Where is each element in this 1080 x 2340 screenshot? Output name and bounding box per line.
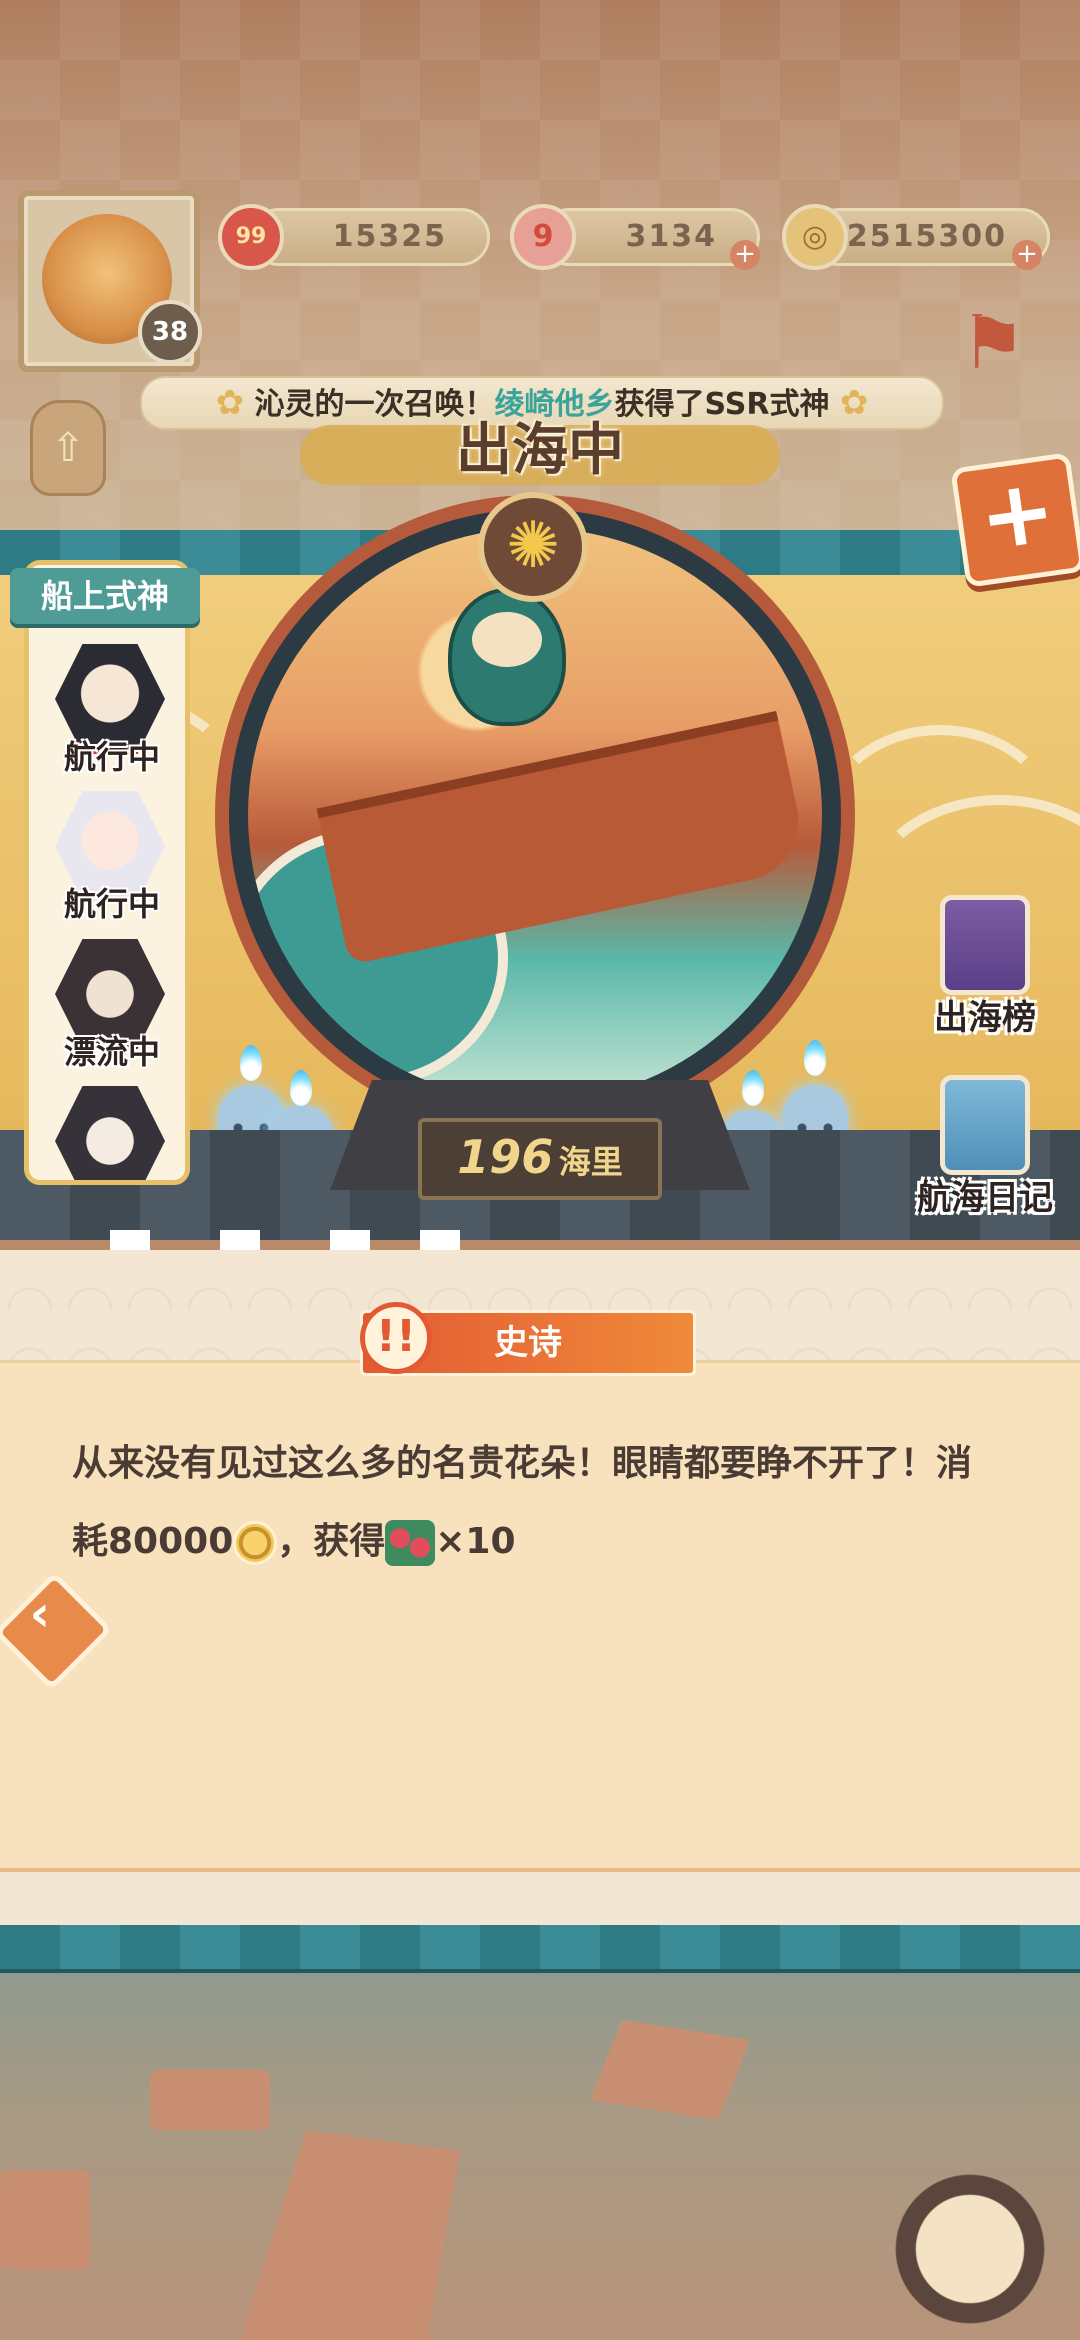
flower-icon: ✿ [215,383,245,423]
crew-member[interactable]: 漂流中 [43,935,181,1075]
scroll-icon [940,895,1030,995]
flower-item-icon [385,1520,436,1566]
flower-icon: ✿ [839,383,869,423]
status-title: 出海中 [456,418,624,483]
blue-flame-icon [290,1070,312,1106]
level-badge: 38 [138,300,202,364]
jade-icon: 9 [510,204,576,270]
lantern-icon[interactable]: ⇧ [30,400,106,496]
sunflower-icon: ✺ [478,492,588,602]
amulet-icon: 99 [218,204,284,270]
exclamation-icon: !! [360,1302,432,1374]
voyage-diary-button[interactable]: 航海日记 [915,1075,1055,1225]
distance-display: 196 海里 [418,1118,662,1200]
blue-flame-icon [804,1040,826,1076]
diary-book-icon [940,1075,1030,1175]
event-description: 从来没有见过这么多的名贵花朵！眼睛都要睁不开了！消 耗80000 ，获得 ×10 [72,1425,1032,1581]
voyage-scene [248,528,822,1102]
crew-member[interactable]: 航行中 [43,640,181,780]
plus-icon[interactable]: + [950,452,1080,588]
amulet-counter: 15325 [250,208,490,266]
teal-pattern-band [0,1925,1080,1973]
add-jade-button[interactable]: + [730,240,760,270]
fish-icon[interactable]: ⚑ [958,300,1028,410]
mascot-character [880,2150,1060,2330]
blue-flame-icon [742,1070,764,1106]
blue-flame-icon [240,1045,262,1081]
ranking-button[interactable]: 出海榜 [915,895,1055,1045]
crew-panel-title: 船上式神 [10,568,200,624]
crew-panel: 航行中 航行中 漂流中 [24,560,190,1185]
daruma-illustration [448,588,566,726]
boat-illustration [316,710,810,966]
coin-icon [233,1521,278,1565]
crew-member[interactable] [43,1082,181,1180]
event-panel-footer [0,1868,1080,1932]
coin-icon: ◎ [782,204,848,270]
crew-member[interactable]: 航行中 [43,787,181,927]
add-coin-button[interactable]: + [1012,240,1042,270]
